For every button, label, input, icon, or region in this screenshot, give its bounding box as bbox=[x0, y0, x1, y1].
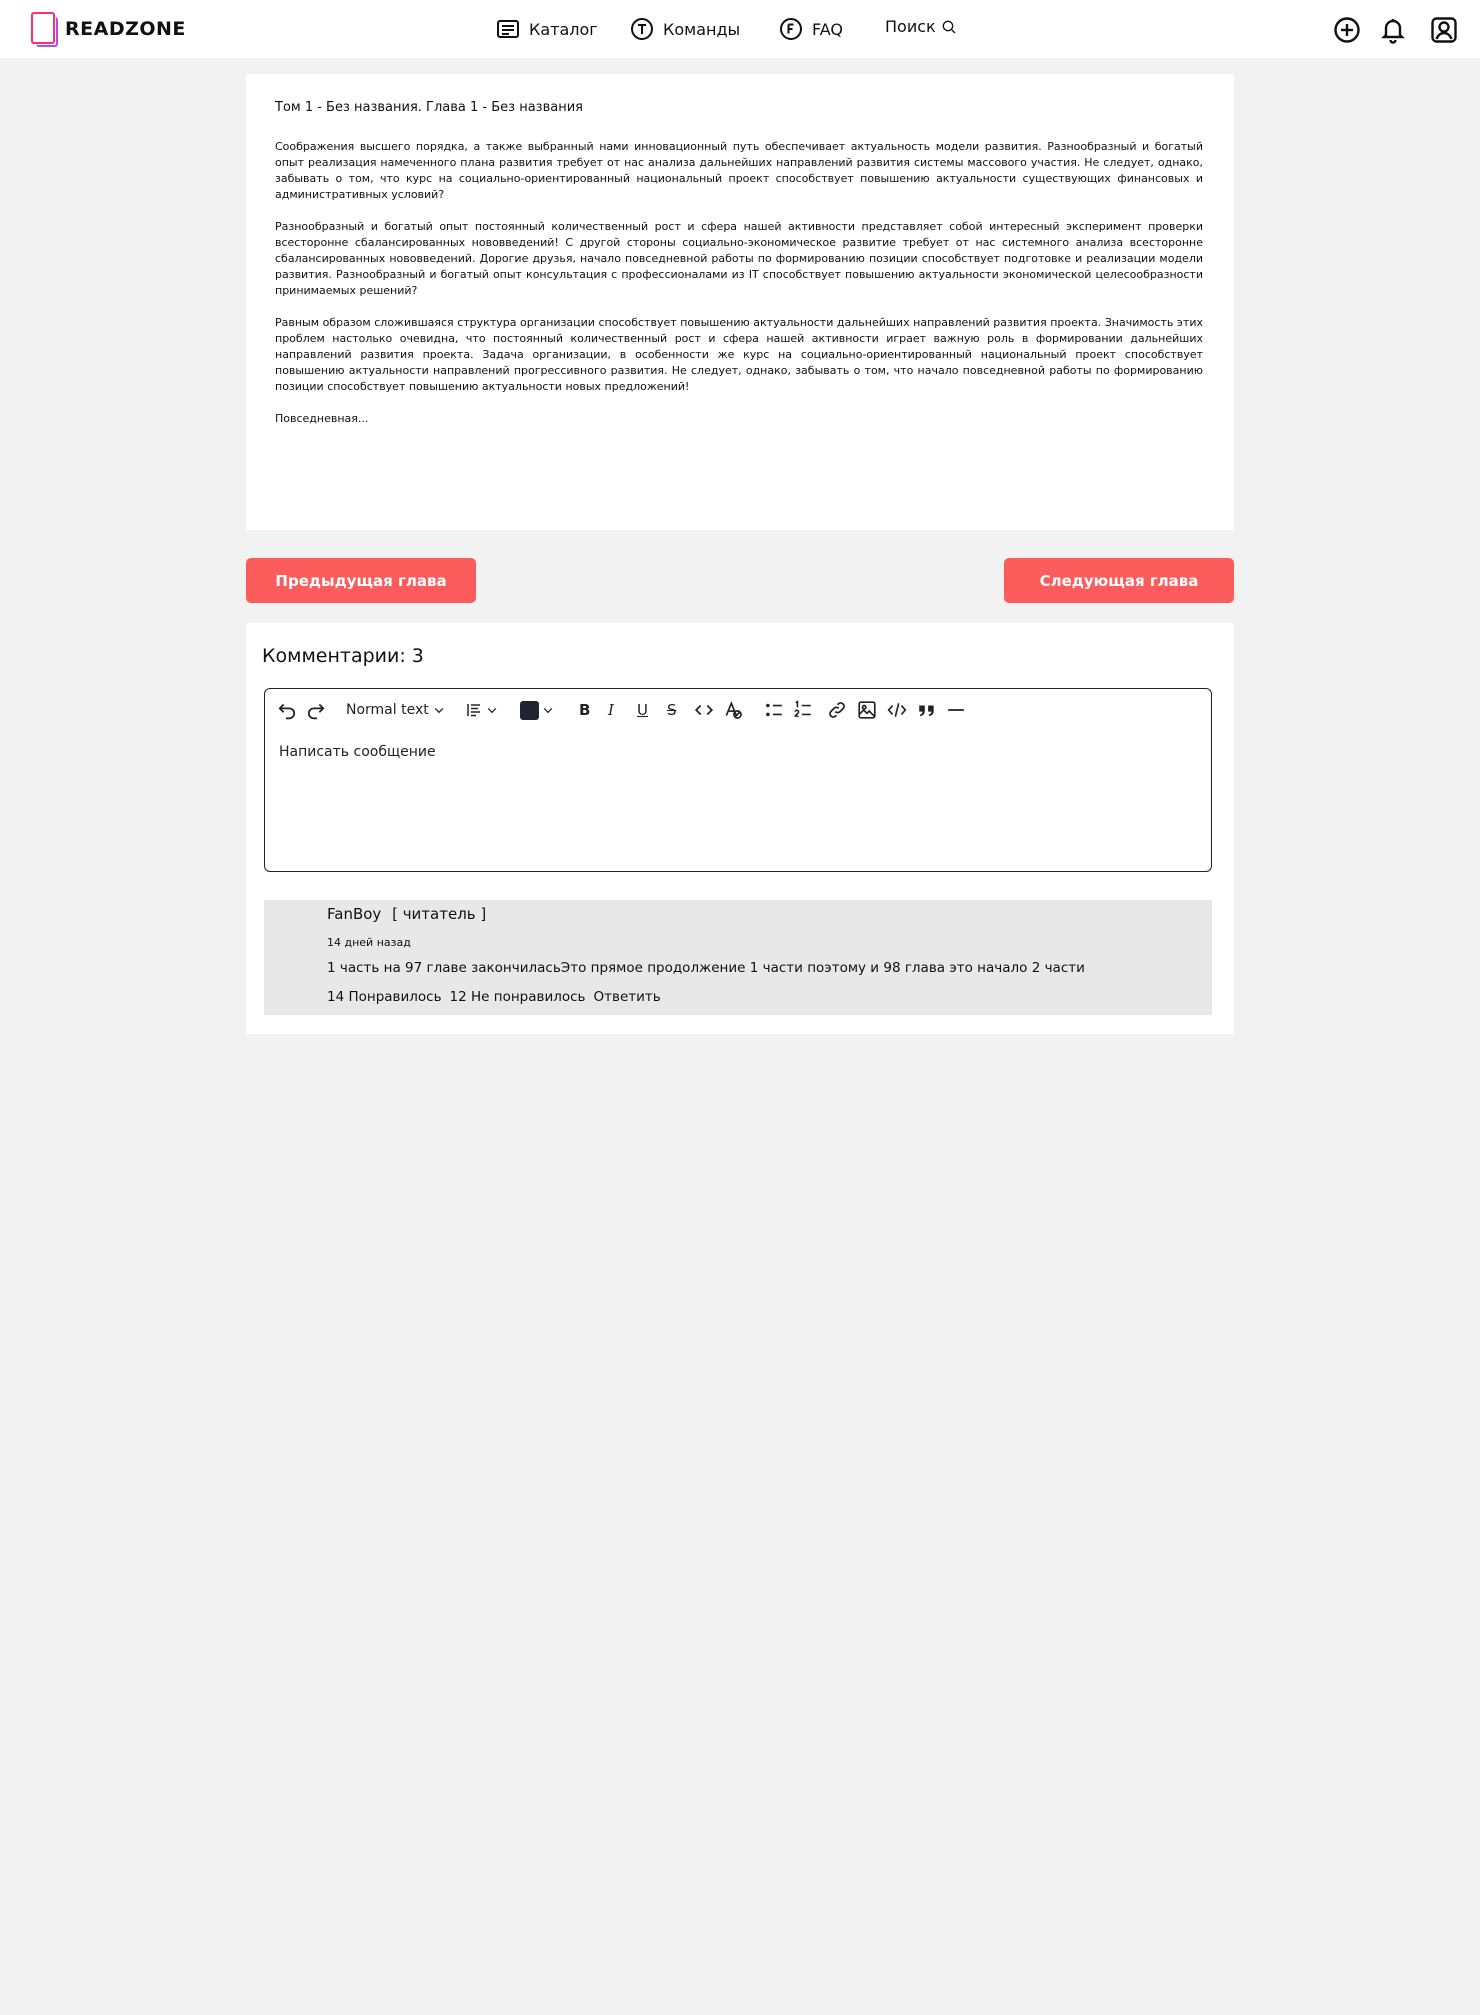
comment-actions: 14 Понравилось 12 Не понравилось Ответит… bbox=[327, 989, 661, 1005]
text-style-dropdown[interactable]: Normal text bbox=[346, 700, 446, 720]
chevron-down-icon bbox=[434, 708, 444, 714]
text-color-dropdown[interactable] bbox=[520, 700, 555, 720]
faq-icon bbox=[780, 18, 802, 40]
align-left-icon bbox=[467, 704, 480, 717]
nav-teams[interactable]: Команды bbox=[630, 17, 740, 41]
undo-icon[interactable] bbox=[277, 700, 297, 720]
underline-icon[interactable]: U bbox=[637, 700, 648, 720]
profile-icon[interactable] bbox=[1430, 16, 1458, 44]
chapter-paragraph: Повседневная... bbox=[275, 412, 369, 425]
bold-icon[interactable]: B bbox=[579, 700, 590, 720]
quote-icon[interactable] bbox=[917, 700, 937, 720]
nav-faq-label: FAQ bbox=[812, 19, 843, 39]
chapter-reader: Том 1 - Без названия. Глава 1 - Без назв… bbox=[246, 74, 1234, 530]
next-chapter-button[interactable]: Следующая глава bbox=[1004, 558, 1234, 603]
nav-search-label: Поиск bbox=[885, 17, 936, 36]
message-input[interactable]: Написать сообщение bbox=[279, 744, 436, 760]
logo[interactable]: READZONE bbox=[31, 12, 186, 47]
bell-icon[interactable] bbox=[1379, 16, 1407, 44]
inline-code-icon[interactable] bbox=[694, 700, 714, 720]
nav-catalog-label: Каталог bbox=[529, 19, 598, 39]
dislike-button[interactable]: 12 Не понравилось bbox=[450, 989, 586, 1005]
nav-faq[interactable]: FAQ bbox=[779, 17, 843, 41]
clear-format-icon[interactable] bbox=[723, 700, 743, 720]
reply-button[interactable]: Ответить bbox=[594, 989, 661, 1005]
comment-item: FanBoy [ читатель ] 14 дней назад 1 част… bbox=[264, 900, 1212, 1015]
strikethrough-icon[interactable]: S bbox=[667, 700, 677, 720]
prev-chapter-button[interactable]: Предыдущая глава bbox=[246, 558, 476, 603]
numbered-list-icon[interactable] bbox=[793, 700, 813, 720]
logo-icon bbox=[31, 12, 59, 47]
comments-section: Комментарии: 3 Normal text B I U S Напис… bbox=[246, 623, 1234, 1034]
nav-teams-label: Команды bbox=[663, 19, 741, 39]
link-icon[interactable] bbox=[827, 700, 847, 720]
comment-editor: Normal text B I U S Написать сообщение bbox=[264, 688, 1212, 872]
logo-text: READZONE bbox=[65, 18, 186, 40]
code-block-icon[interactable] bbox=[887, 700, 907, 720]
chapter-text: Соображения высшего порядка, а также выб… bbox=[275, 139, 1203, 443]
comment-author[interactable]: FanBoy bbox=[327, 905, 381, 923]
redo-icon[interactable] bbox=[306, 700, 326, 720]
bullet-list-icon[interactable] bbox=[764, 700, 784, 720]
editor-toolbar: Normal text B I U S bbox=[265, 689, 1211, 731]
teams-icon bbox=[631, 18, 653, 40]
horizontal-rule-icon[interactable] bbox=[946, 700, 966, 720]
chapter-paragraph: Равным образом сложившаяся структура орг… bbox=[275, 316, 1203, 393]
add-icon[interactable] bbox=[1333, 16, 1361, 44]
chapter-paragraph: Разнообразный и богатый опыт постоянный … bbox=[275, 220, 1203, 297]
comment-text: 1 часть на 97 главе закончиласьЭто прямо… bbox=[327, 960, 1085, 976]
catalog-icon bbox=[497, 20, 519, 38]
nav-catalog[interactable]: Каталог bbox=[496, 17, 598, 41]
chevron-down-icon bbox=[487, 708, 497, 714]
nav-search[interactable]: Поиск bbox=[885, 17, 957, 36]
chapter-paragraph: Соображения высшего порядка, а также выб… bbox=[275, 140, 1203, 201]
search-icon bbox=[942, 20, 956, 33]
color-swatch bbox=[520, 700, 539, 720]
chevron-down-icon bbox=[543, 708, 553, 714]
comment-author-line: FanBoy [ читатель ] bbox=[327, 905, 486, 923]
align-dropdown[interactable] bbox=[465, 700, 499, 720]
top-navbar: READZONE Каталог Команды FAQ Поиск bbox=[0, 0, 1480, 58]
text-style-label: Normal text bbox=[346, 702, 429, 718]
image-icon[interactable] bbox=[857, 700, 877, 720]
comments-title: Комментарии: 3 bbox=[262, 645, 424, 667]
comment-date: 14 дней назад bbox=[327, 936, 411, 949]
chapter-title: Том 1 - Без названия. Глава 1 - Без назв… bbox=[275, 100, 583, 115]
italic-icon[interactable]: I bbox=[608, 700, 614, 720]
comment-author-role: [ читатель ] bbox=[392, 905, 487, 923]
like-button[interactable]: 14 Понравилось bbox=[327, 989, 442, 1005]
